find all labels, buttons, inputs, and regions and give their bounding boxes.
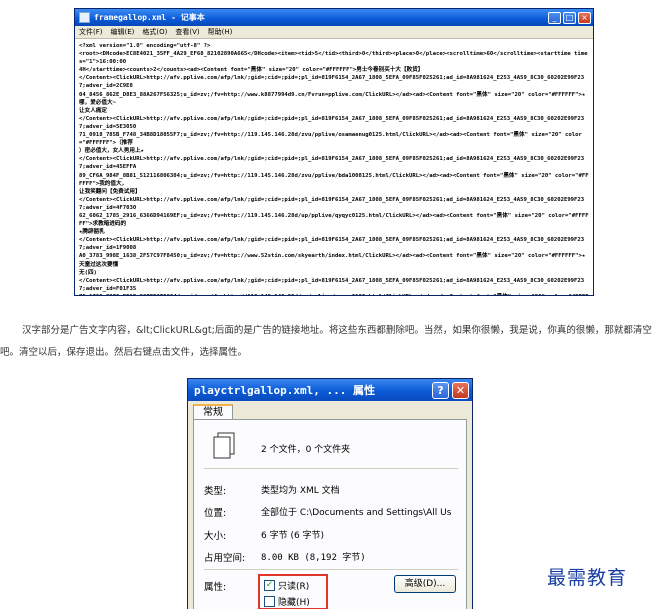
menu-edit[interactable]: 编辑(E) bbox=[111, 27, 135, 37]
divider bbox=[204, 569, 458, 570]
text-line: </Content><ClickURL>http://afv.pplive.co… bbox=[79, 115, 585, 130]
menu-view[interactable]: 查看(V) bbox=[175, 27, 199, 37]
ondisk-value: 8.00 KB (8,192 字节) bbox=[261, 553, 366, 563]
size-label: 大小: bbox=[204, 531, 227, 542]
menu-help[interactable]: 帮助(H) bbox=[208, 27, 233, 37]
maximize-icon[interactable]: □ bbox=[563, 11, 576, 24]
text-line: 71_0918_785B_F748_34B8D18055F7;u_id=zv;/… bbox=[79, 132, 582, 147]
text-line: ）密必值大，女人男用上★ bbox=[79, 148, 144, 155]
text-line: ★腾辟豁乳 bbox=[79, 229, 105, 236]
general-panel: 2 个文件，0 个文件夹 类型: 类型均为 XML 文档 位置: 全部位于 C:… bbox=[193, 419, 467, 609]
text-line: 让女人痛定 bbox=[79, 107, 107, 114]
text-line: </Content><ClickURL>http://afv.pplive.co… bbox=[79, 75, 585, 90]
site-watermark: 最需教育 bbox=[547, 567, 628, 589]
article-paragraph: 汉字部分是广告文字内容，&lt;ClickURL&gt;后面的是广告的链接地址。… bbox=[0, 325, 652, 358]
properties-dialog: playctrlgallop.xml, ... 属性 ? ✕ 常规 2 个文件，… bbox=[187, 378, 473, 609]
text-line: 无(四) bbox=[79, 269, 97, 276]
hidden-label: 隐藏(H) bbox=[278, 598, 310, 608]
text-line: 4H</starttime><counts>2</counts><ad><Con… bbox=[79, 67, 424, 74]
attributes-highlight-box: ✓ 只读(R) 隐藏(H) bbox=[258, 574, 328, 609]
text-line: 62_6062_1785_2916_6366D94169EF;u_id=zv;/… bbox=[79, 212, 589, 228]
text-line: A0_3783_998E_1638_2F57C97F8450;u_id=zv;/… bbox=[79, 253, 586, 268]
text-line: 04_8456_862E_D8E3_88A267F56325;u_id=zv;/… bbox=[79, 91, 586, 106]
ondisk-label: 占用空间: bbox=[204, 553, 246, 564]
notepad-app-icon bbox=[79, 12, 90, 23]
properties-title: playctrlgallop.xml, ... 属性 bbox=[194, 384, 375, 397]
readonly-checkbox[interactable]: ✓ bbox=[264, 580, 275, 591]
readonly-label: 只读(R) bbox=[278, 582, 310, 592]
advanced-button[interactable]: 高级(D)... bbox=[394, 575, 456, 593]
hidden-checkbox[interactable] bbox=[264, 596, 275, 607]
notepad-menubar: 文件(F) 编辑(E) 格式(O) 查看(V) 帮助(H) bbox=[75, 26, 593, 39]
menu-file[interactable]: 文件(F) bbox=[79, 27, 103, 37]
text-line: 让我笑翻问【免费试用】 bbox=[79, 188, 141, 195]
attributes-label: 属性: bbox=[204, 582, 227, 593]
type-label: 类型: bbox=[204, 486, 227, 497]
text-line: 89_CF6A_984F_8B81_512116806304;u_id=zv;/… bbox=[79, 172, 589, 187]
file-count: 2 个文件，0 个文件夹 bbox=[261, 445, 351, 455]
notepad-title: framegallop.xml - 记事本 bbox=[94, 13, 205, 22]
help-icon[interactable]: ? bbox=[432, 381, 449, 399]
divider bbox=[204, 468, 458, 469]
minimize-icon[interactable]: _ bbox=[548, 11, 561, 24]
properties-tabs: 常规 bbox=[188, 401, 472, 420]
text-line: </Content><ClickURL>http://afv.pplive.co… bbox=[79, 237, 585, 252]
notepad-text-area[interactable]: <?xml version="1.0" encoding="utf-8" ?> <… bbox=[75, 39, 593, 295]
tab-general[interactable]: 常规 bbox=[193, 404, 233, 420]
properties-titlebar[interactable]: playctrlgallop.xml, ... 属性 ? ✕ bbox=[188, 379, 472, 401]
text-line: <?xml version="1.0" encoding="utf-8" ?> bbox=[79, 43, 211, 49]
text-line: </Content><ClickURL>http://afv.pplive.co… bbox=[79, 196, 585, 211]
text-line: 75_1799_2270_EF1E_587FF6F5004d;u_id=zv;/… bbox=[79, 293, 589, 295]
hidden-checkbox-row[interactable]: 隐藏(H) bbox=[264, 595, 310, 608]
location-value: 全部位于 C:\Documents and Settings\All Us bbox=[261, 508, 452, 518]
notepad-titlebar[interactable]: framegallop.xml - 记事本 _ □ × bbox=[75, 9, 593, 26]
menu-format[interactable]: 格式(O) bbox=[142, 27, 167, 37]
text-line: </Content><ClickURL>http://afv.pplive.co… bbox=[79, 277, 585, 292]
type-value: 类型均为 XML 文档 bbox=[261, 486, 340, 496]
multiple-files-icon bbox=[213, 432, 235, 459]
text-line: </Content><ClickURL>http://afv.pplive.co… bbox=[79, 156, 585, 171]
location-label: 位置: bbox=[204, 508, 227, 519]
notepad-window: framegallop.xml - 记事本 _ □ × 文件(F) 编辑(E) … bbox=[74, 8, 594, 296]
close-icon[interactable]: × bbox=[578, 11, 591, 24]
close-icon[interactable]: ✕ bbox=[452, 381, 469, 399]
readonly-checkbox-row[interactable]: ✓ 只读(R) bbox=[264, 579, 309, 592]
size-value: 6 字节 (6 字节) bbox=[261, 531, 325, 541]
text-line: <root><DHcode>EC8E4021_35FF_4A29_EF68_82… bbox=[79, 51, 588, 66]
